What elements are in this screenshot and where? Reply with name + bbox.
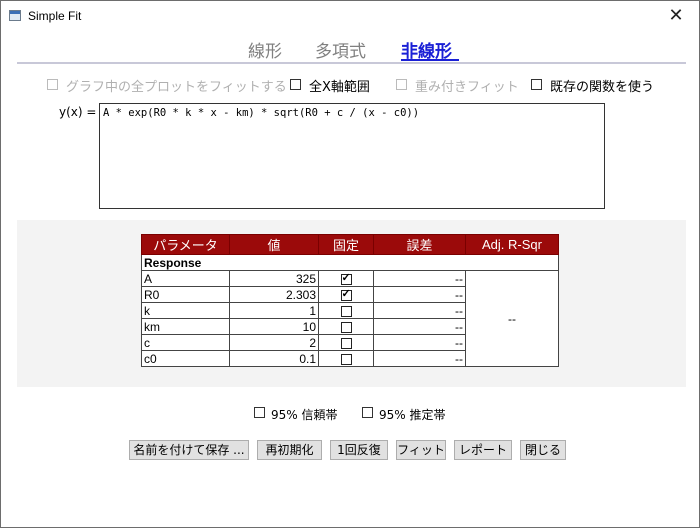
weighted-fit-label: 重み付きフィット (415, 80, 519, 95)
fixed-cell (318, 286, 374, 303)
fixed-checkbox[interactable] (340, 337, 352, 349)
header-error: 誤差 (373, 234, 466, 255)
tab-polynomial[interactable]: 多項式 (315, 37, 366, 62)
save-as-button[interactable]: 名前を付けて保存 ... (129, 440, 249, 460)
parameter-table: パラメータ 値 固定 誤差 Adj. R-Sqr Response A 325 … (141, 234, 559, 367)
use-existing-function-option[interactable]: 既存の関数を使う (531, 76, 654, 95)
param-name: c0 (141, 350, 230, 367)
header-parameter: パラメータ (141, 234, 230, 255)
fixed-cell (318, 302, 374, 319)
report-button[interactable]: レポート (454, 440, 512, 460)
fixed-checkbox[interactable] (340, 287, 352, 301)
app-window-icon (9, 10, 21, 21)
table-header-row: パラメータ 値 固定 誤差 Adj. R-Sqr (141, 234, 559, 255)
one-iteration-button[interactable]: 1回反復 (330, 440, 388, 460)
full-x-range-option[interactable]: 全X軸範囲 (290, 76, 370, 95)
fit-all-plots-checkbox[interactable] (47, 79, 58, 90)
fit-all-plots-option[interactable]: グラフ中の全プロットをフィットする (47, 76, 287, 95)
section-row: Response (141, 254, 559, 271)
fixed-cell (318, 334, 374, 351)
formula-label: y(x) = (59, 105, 97, 119)
simple-fit-window: Simple Fit ✕ 線形 多項式 非線形 グラフ中の全プロットをフィットす… (0, 0, 700, 528)
confidence-band-option[interactable]: 95% 信頼帯 (254, 406, 338, 423)
confidence-band-checkbox[interactable] (254, 407, 265, 418)
tab-linear[interactable]: 線形 (248, 37, 282, 62)
fixed-cell (318, 270, 374, 287)
window-title: Simple Fit (28, 9, 82, 23)
prediction-band-option[interactable]: 95% 推定帯 (362, 406, 446, 423)
param-value[interactable]: 325 (229, 270, 319, 287)
full-x-range-label: 全X軸範囲 (309, 80, 370, 95)
use-existing-function-checkbox[interactable] (531, 79, 542, 90)
param-error: -- (373, 318, 466, 335)
param-error: -- (373, 270, 466, 287)
fixed-checkbox[interactable] (340, 271, 352, 285)
fixed-cell (318, 318, 374, 335)
param-name: k (141, 302, 230, 319)
window-close-button[interactable]: ✕ (653, 1, 699, 31)
param-error: -- (373, 286, 466, 303)
param-name: c (141, 334, 230, 351)
title-bar: Simple Fit ✕ (1, 1, 699, 31)
fixed-checkbox[interactable] (340, 321, 352, 333)
table-row: A 325 -- -- (141, 270, 559, 367)
weighted-fit-option[interactable]: 重み付きフィット (396, 76, 519, 95)
header-value: 値 (229, 234, 319, 255)
tab-divider (17, 62, 686, 64)
adj-r-sqr-value: -- (465, 270, 559, 367)
close-button[interactable]: 閉じる (520, 440, 566, 460)
prediction-band-checkbox[interactable] (362, 407, 373, 418)
param-value[interactable]: 1 (229, 302, 319, 319)
header-adj-r-sqr: Adj. R-Sqr (465, 234, 559, 255)
param-value[interactable]: 2 (229, 334, 319, 351)
fixed-checkbox[interactable] (340, 305, 352, 317)
param-value[interactable]: 2.303 (229, 286, 319, 303)
param-name: R0 (141, 286, 230, 303)
param-value[interactable]: 0.1 (229, 350, 319, 367)
use-existing-function-label: 既存の関数を使う (550, 80, 655, 95)
fit-button[interactable]: フィット (396, 440, 446, 460)
param-error: -- (373, 350, 466, 367)
fit-type-tabs: 線形 多項式 非線形 (1, 37, 699, 63)
confidence-band-label: 95% 信頼帯 (271, 408, 338, 422)
param-value[interactable]: 10 (229, 318, 319, 335)
param-error: -- (373, 302, 466, 319)
active-tab-underline (401, 59, 459, 61)
fixed-cell (318, 350, 374, 367)
section-label: Response (141, 254, 559, 271)
header-fixed: 固定 (318, 234, 374, 255)
prediction-band-label: 95% 推定帯 (379, 408, 446, 422)
reinitialize-button[interactable]: 再初期化 (257, 440, 322, 460)
fixed-checkbox[interactable] (340, 353, 352, 365)
param-name: A (141, 270, 230, 287)
weighted-fit-checkbox[interactable] (396, 79, 407, 90)
formula-input[interactable]: A * exp(R0 * k * x - km) * sqrt(R0 + c /… (99, 103, 605, 209)
param-name: km (141, 318, 230, 335)
fit-all-plots-label: グラフ中の全プロットをフィットする (66, 80, 287, 95)
param-error: -- (373, 334, 466, 351)
full-x-range-checkbox[interactable] (290, 79, 301, 90)
